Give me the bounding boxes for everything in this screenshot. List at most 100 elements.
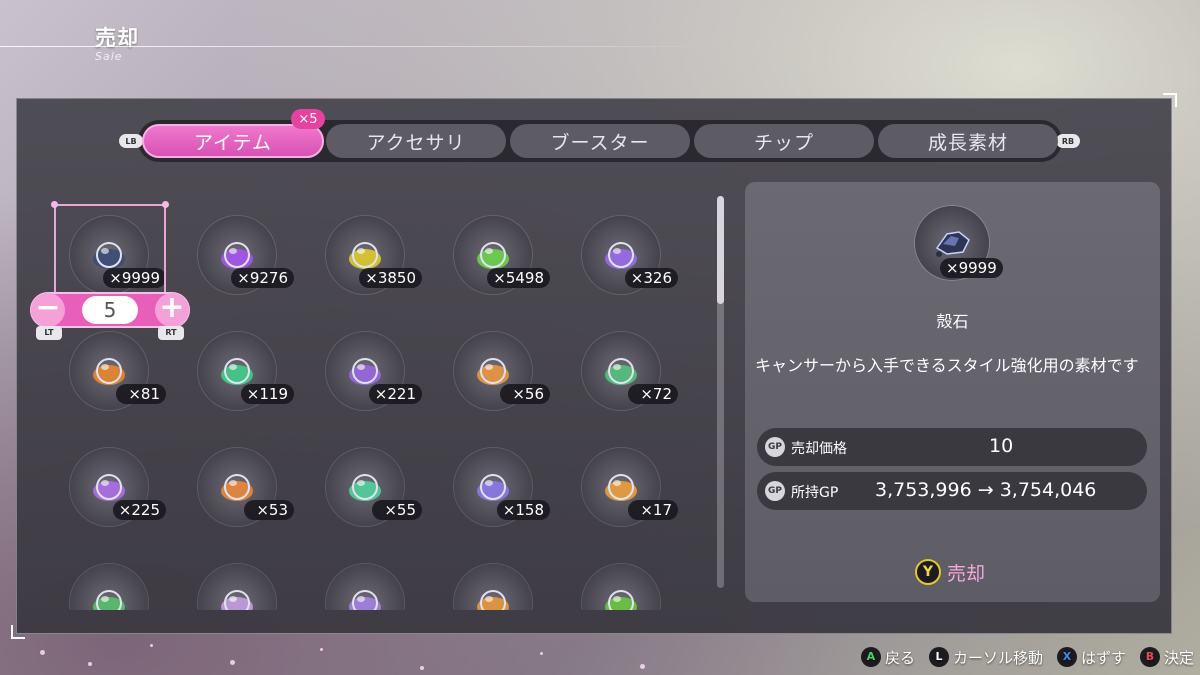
- sell-button[interactable]: Y 売却: [915, 557, 985, 587]
- panel-corner-ornament: [1163, 93, 1177, 107]
- hint-label: カーソル移動: [952, 648, 1043, 667]
- page-title: 売却: [95, 26, 139, 50]
- sale-price-label: 売却価格: [791, 441, 847, 457]
- item-glyph: [477, 590, 509, 610]
- sparkle: [640, 664, 645, 669]
- header-divider: [0, 46, 720, 47]
- scroll-thumb[interactable]: [717, 196, 724, 304]
- item-quantity: ×55: [372, 500, 422, 520]
- item-quantity: ×72: [628, 384, 678, 404]
- item-quantity: ×5498: [487, 268, 550, 288]
- rb-button-icon[interactable]: RB: [1056, 134, 1080, 148]
- item-quantity: ×221: [368, 384, 422, 404]
- selected-count-badge: ×5: [291, 109, 325, 129]
- sell-label: 売却: [947, 562, 986, 585]
- item-quantity: ×17: [628, 500, 678, 520]
- quantity-stepper[interactable]: − 5 +: [30, 292, 190, 328]
- owned-gp-label: 所持GP: [791, 485, 839, 501]
- item-quantity: ×53: [244, 500, 294, 520]
- item-slot[interactable]: ×5498: [424, 196, 550, 296]
- item-slot[interactable]: ×17: [552, 428, 678, 528]
- item-quantity: ×119: [240, 384, 294, 404]
- sparkle: [320, 648, 323, 651]
- item-slot[interactable]: [296, 544, 404, 610]
- item-glyph: [349, 590, 381, 610]
- sparkle: [540, 652, 543, 655]
- item-slot[interactable]: ×326: [552, 196, 678, 296]
- selection-cursor: [54, 204, 166, 300]
- item-name: 殻石: [936, 312, 969, 331]
- sale-price-value: 10: [989, 435, 1014, 457]
- item-description: キャンサーから入手できるスタイル強化用の素材です: [755, 356, 1139, 375]
- item-slot[interactable]: ×72: [552, 312, 678, 412]
- green-sphere-icon: [70, 564, 148, 610]
- item-glyph: [221, 590, 253, 610]
- cursor-corner-dot: [162, 201, 169, 208]
- sparkle: [420, 666, 424, 670]
- screen-header: 売却 Sale: [95, 22, 139, 63]
- item-quantity: ×9276: [231, 268, 294, 288]
- purple-drop-icon: [326, 564, 404, 610]
- item-slot[interactable]: [168, 544, 276, 610]
- hint-a: A 戻る: [860, 647, 915, 668]
- grid-scrollbar[interactable]: [717, 196, 724, 588]
- sparkle: [230, 660, 235, 665]
- item-quantity: ×81: [116, 384, 166, 404]
- x-button-icon: X: [1056, 647, 1077, 667]
- hint-l: L カーソル移動: [928, 647, 1043, 668]
- item-slot[interactable]: [40, 544, 148, 610]
- item-slot[interactable]: ×56: [424, 312, 550, 412]
- rt-button-icon: RT: [158, 326, 184, 340]
- owned-gp-value: 3,753,996 → 3,754,046: [875, 479, 1097, 501]
- green-drop-icon: [582, 564, 660, 610]
- gp-icon: GP: [765, 481, 785, 501]
- rainbow-shard-icon: [198, 564, 276, 610]
- tab-growth-materials[interactable]: 成長素材: [878, 124, 1058, 158]
- sparkle: [88, 662, 92, 666]
- lt-button-icon: LT: [36, 326, 62, 340]
- increase-button[interactable]: +: [155, 293, 189, 327]
- tab-accessories[interactable]: アクセサリ: [326, 124, 506, 158]
- l-button-icon: L: [928, 647, 949, 667]
- decrease-button[interactable]: −: [31, 293, 65, 327]
- sparkle: [150, 644, 153, 647]
- tab-chips[interactable]: チップ: [694, 124, 874, 158]
- item-slot[interactable]: ×225: [40, 428, 166, 528]
- item-quantity: ×3850: [359, 268, 422, 288]
- panel-corner-ornament: [11, 625, 25, 639]
- y-button-icon: Y: [915, 559, 941, 585]
- hint-x: X はずす: [1056, 647, 1126, 668]
- item-slot[interactable]: ×158: [424, 428, 550, 528]
- owned-quantity: ×9999: [940, 258, 1003, 278]
- a-button-icon: A: [860, 647, 881, 667]
- item-slot[interactable]: ×3850: [296, 196, 422, 296]
- owned-gp-row: GP 所持GP 3,753,996 → 3,754,046: [757, 472, 1147, 510]
- hint-label: 決定: [1163, 648, 1194, 667]
- b-button-icon: B: [1139, 647, 1160, 667]
- hint-label: 戻る: [884, 648, 915, 667]
- quantity-value: 5: [82, 296, 138, 324]
- lb-button-icon[interactable]: LB: [119, 134, 143, 148]
- sparkle: [40, 650, 45, 655]
- tab-boosters[interactable]: ブースター: [510, 124, 690, 158]
- item-slot[interactable]: ×9276: [168, 196, 294, 296]
- item-slot[interactable]: [552, 544, 660, 610]
- gp-icon: GP: [765, 437, 785, 457]
- item-quantity: ×326: [624, 268, 678, 288]
- item-glyph: [605, 590, 637, 610]
- tab-items[interactable]: アイテム: [142, 124, 324, 158]
- item-slot[interactable]: ×221: [296, 312, 422, 412]
- hint-b: B 決定: [1139, 647, 1194, 668]
- item-slot[interactable]: ×55: [296, 428, 422, 528]
- item-quantity: ×56: [500, 384, 550, 404]
- item-glyph: [93, 590, 125, 610]
- item-quantity: ×158: [496, 500, 550, 520]
- item-quantity: ×225: [112, 500, 166, 520]
- cursor-corner-dot: [51, 201, 58, 208]
- item-detail-panel: ×9999 殻石 キャンサーから入手できるスタイル強化用の素材です GP 売却価…: [745, 182, 1160, 602]
- control-hints: A 戻る L カーソル移動 X はずす B 決定: [860, 646, 1194, 668]
- item-slot[interactable]: [424, 544, 532, 610]
- orange-drop-icon: [454, 564, 532, 610]
- sale-price-row: GP 売却価格 10: [757, 428, 1147, 466]
- item-slot[interactable]: ×53: [168, 428, 294, 528]
